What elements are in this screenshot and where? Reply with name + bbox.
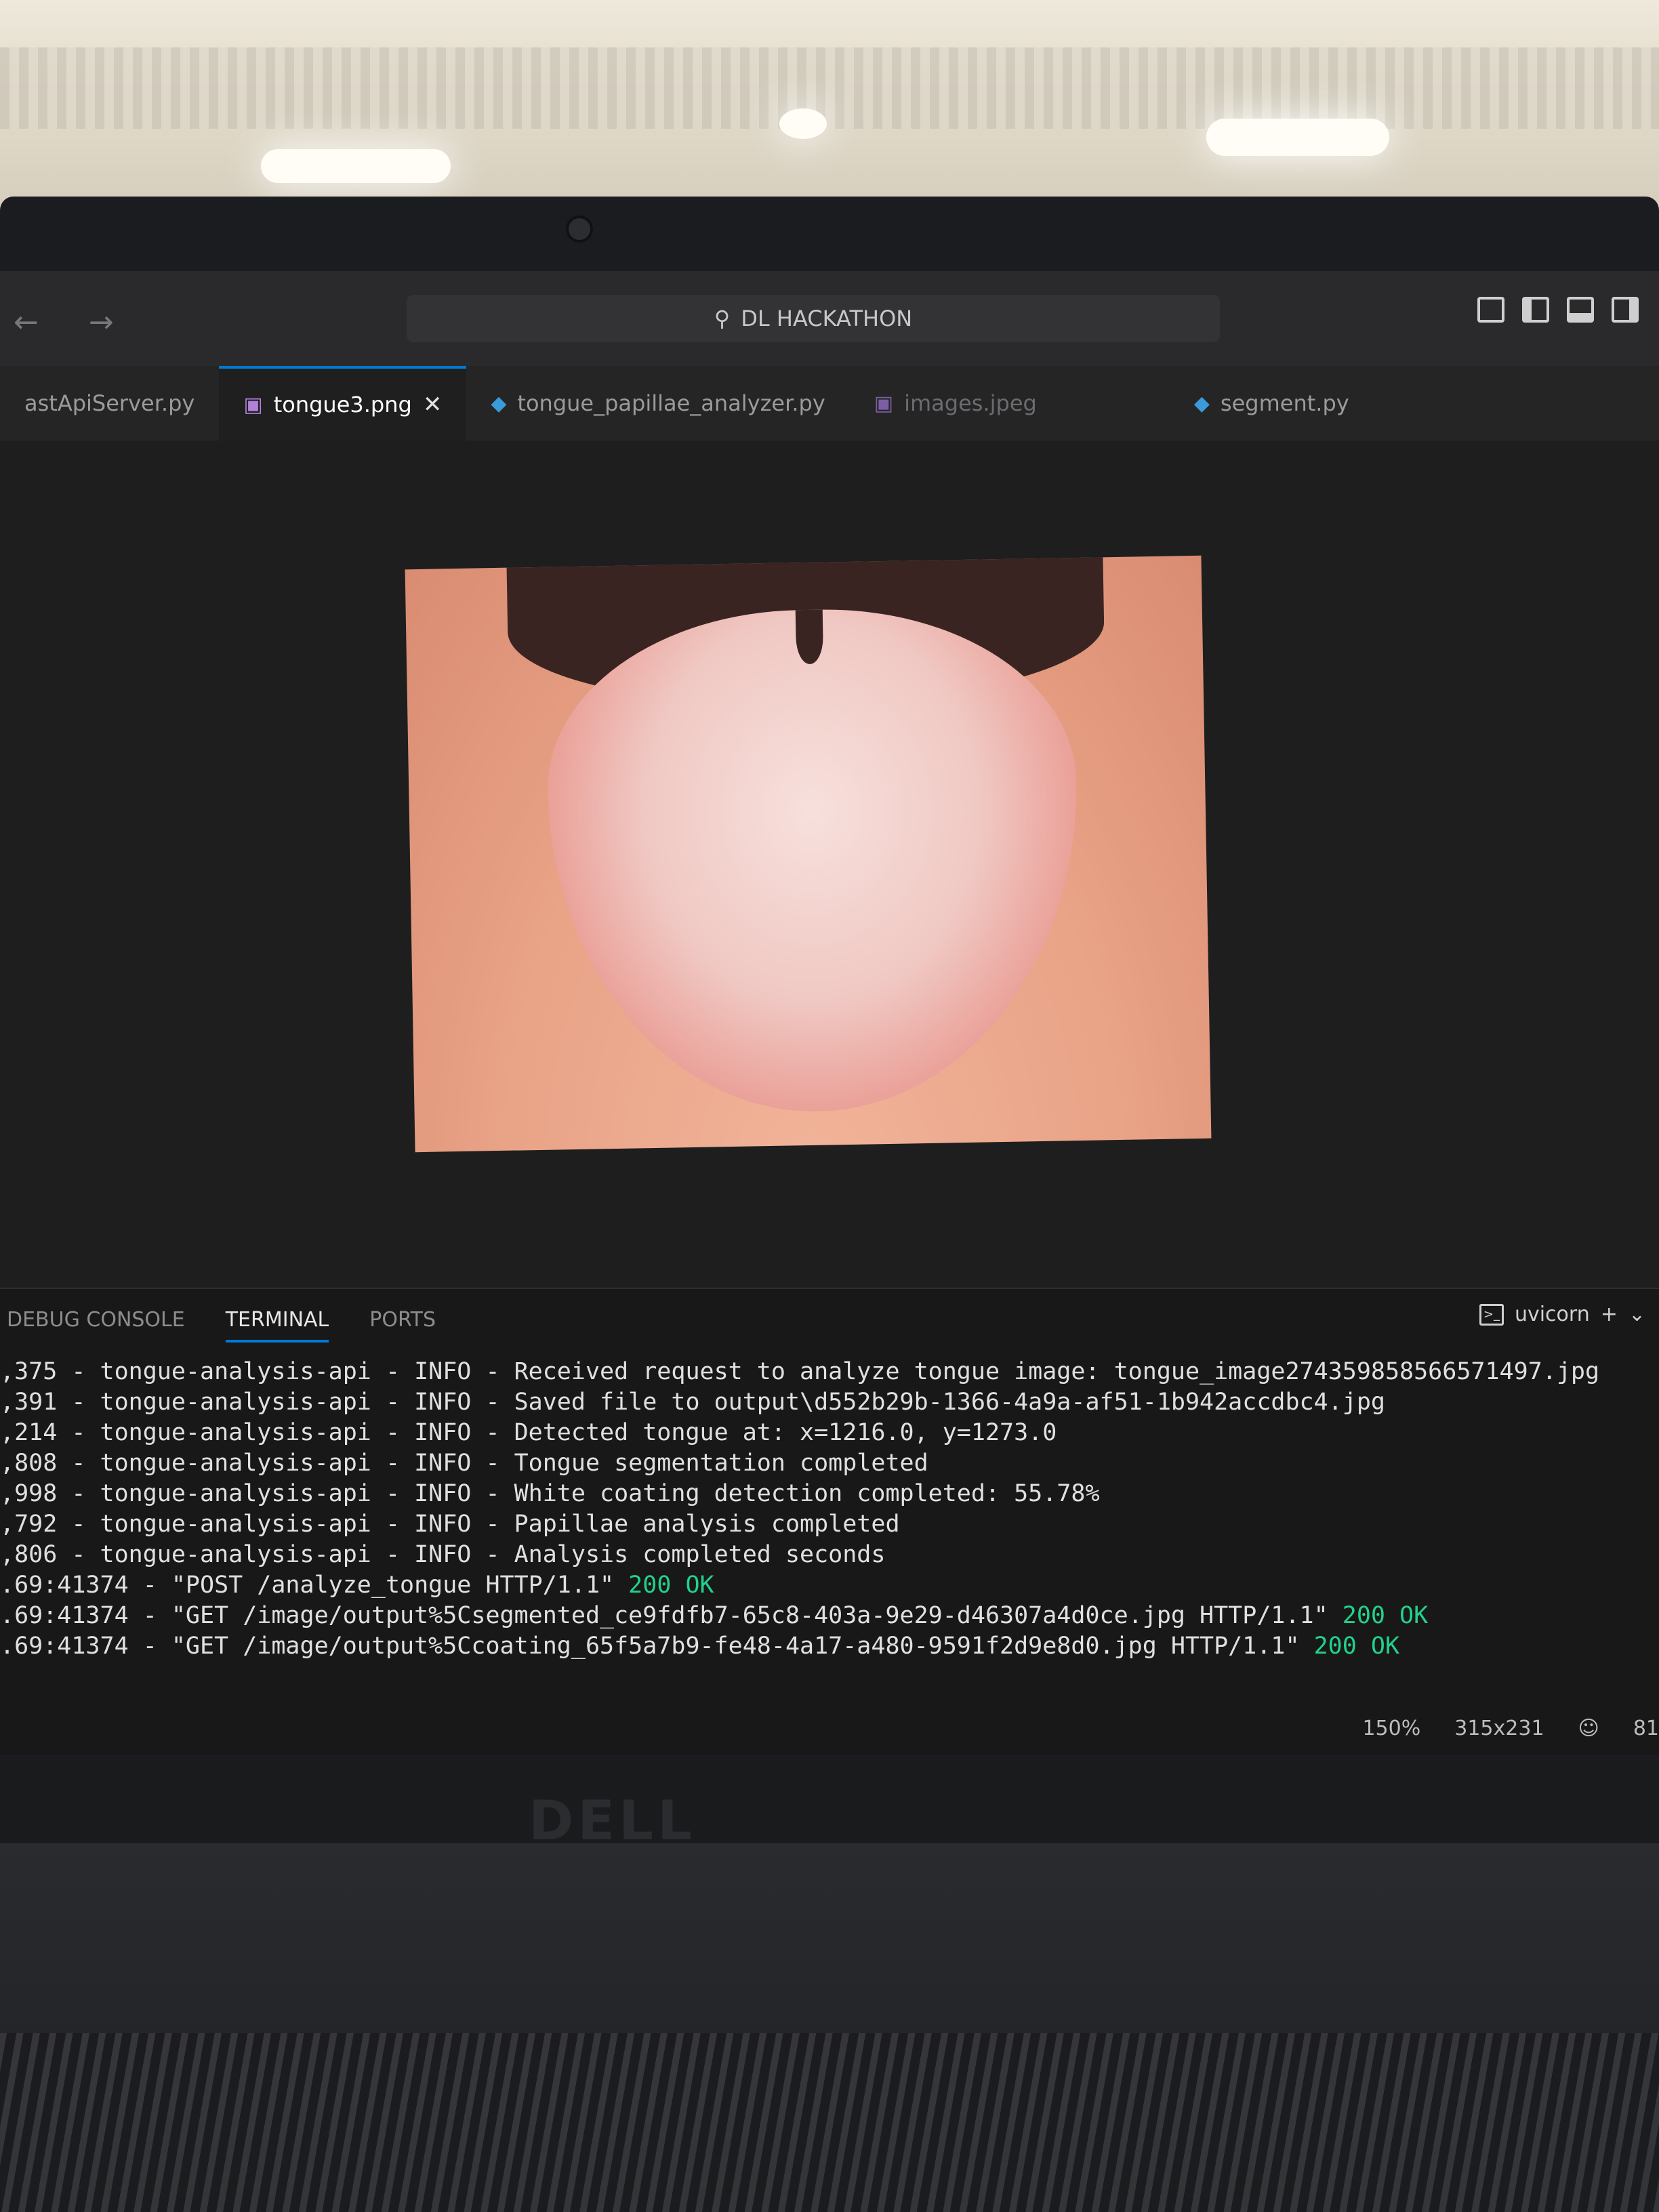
title-bar: ← → ⚲ DL HACKATHON <box>0 271 1659 366</box>
zoom-level[interactable]: 150% <box>1362 1717 1420 1740</box>
tab-images-jpeg[interactable]: ▣ images.jpeg <box>850 366 1061 441</box>
tab-label: segment.py <box>1220 390 1349 416</box>
tab-segment-py[interactable]: ◆ segment.py <box>1170 366 1374 441</box>
laptop-chin <box>0 1762 1659 1843</box>
terminal-line-text: .69:41374 - "GET /image/output%5Csegment… <box>0 1602 1343 1629</box>
terminal-line: .69:41374 - "GET /image/output%5Csegment… <box>0 1601 1659 1631</box>
ceiling-light <box>261 149 451 183</box>
bottom-panel: DEBUG CONSOLE TERMINAL PORTS >_ uvicorn … <box>0 1288 1659 1701</box>
image-file-icon: ▣ <box>243 392 263 417</box>
tab-label: tongue_papillae_analyzer.py <box>517 390 825 416</box>
terminal-line: .69:41374 - "GET /image/output%5Ccoating… <box>0 1631 1659 1662</box>
keyboard-grille <box>0 2033 1659 2212</box>
toggle-secondary-sidebar-icon[interactable] <box>1612 297 1639 323</box>
search-icon: ⚲ <box>714 306 731 331</box>
panel-tabs: DEBUG CONSOLE TERMINAL PORTS <box>0 1289 1659 1350</box>
command-center[interactable]: ⚲ DL HACKATHON <box>407 295 1220 342</box>
terminal-line: ,806 - tongue-analysis-api - INFO - Anal… <box>0 1540 1659 1570</box>
terminal-line-text: ,808 - tongue-analysis-api - INFO - Tong… <box>0 1450 928 1477</box>
http-status: 200 OK <box>628 1572 714 1599</box>
python-file-icon: ◆ <box>1193 391 1210 415</box>
tongue-shape <box>544 605 1082 1116</box>
terminal-line-text: ,375 - tongue-analysis-api - INFO - Rece… <box>0 1358 1600 1385</box>
http-status: 200 OK <box>1342 1602 1429 1629</box>
terminal-line: ,391 - tongue-analysis-api - INFO - Save… <box>0 1387 1659 1418</box>
tab-label: astApiServer.py <box>24 390 195 416</box>
webcam <box>566 216 593 243</box>
image-dimensions: 315x231 <box>1454 1716 1544 1740</box>
new-terminal-button[interactable]: + <box>1601 1303 1618 1326</box>
terminal-line-text: ,391 - tongue-analysis-api - INFO - Save… <box>0 1389 1385 1416</box>
terminal-line-text: ,792 - tongue-analysis-api - INFO - Papi… <box>0 1511 900 1538</box>
ceiling-light <box>1206 119 1389 156</box>
tab-debug-console[interactable]: DEBUG CONSOLE <box>7 1308 185 1332</box>
customize-layout-icon[interactable] <box>1477 297 1504 323</box>
python-file-icon: ◆ <box>491 391 507 415</box>
terminal-output[interactable]: ,375 - tongue-analysis-api - INFO - Rece… <box>0 1357 1659 1675</box>
terminal-line-text: ,806 - tongue-analysis-api - INFO - Anal… <box>0 1541 886 1568</box>
terminal-line: ,998 - tongue-analysis-api - INFO - Whit… <box>0 1479 1659 1509</box>
toggle-primary-sidebar-icon[interactable] <box>1522 297 1549 323</box>
terminal-line-text: .69:41374 - "GET /image/output%5Ccoating… <box>0 1633 1314 1660</box>
terminal-shell-label[interactable]: uvicorn <box>1515 1303 1590 1326</box>
nav-arrows[interactable]: ← → <box>14 305 134 340</box>
terminal-line-text: ,998 - tongue-analysis-api - INFO - Whit… <box>0 1480 1100 1507</box>
tab-ports[interactable]: PORTS <box>369 1308 436 1332</box>
layout-controls <box>1477 297 1639 323</box>
terminal-line-text: ,214 - tongue-analysis-api - INFO - Dete… <box>0 1419 1057 1446</box>
http-status: 200 OK <box>1313 1633 1400 1660</box>
terminal-line: ,792 - tongue-analysis-api - INFO - Papi… <box>0 1509 1659 1540</box>
terminal-actions: >_ uvicorn + ⌄ <box>1479 1303 1645 1326</box>
close-icon[interactable]: ✕ <box>423 391 443 418</box>
status-trailing: 81 <box>1633 1716 1659 1740</box>
tab-label: tongue3.png <box>273 392 412 417</box>
toggle-panel-icon[interactable] <box>1567 297 1594 323</box>
workspace-title: DL HACKATHON <box>741 306 913 331</box>
ceiling-vent <box>0 47 1659 129</box>
tab-tongue3-png[interactable]: ▣ tongue3.png ✕ <box>219 366 467 441</box>
terminal-line: ,808 - tongue-analysis-api - INFO - Tong… <box>0 1448 1659 1479</box>
editor-tabs: astApiServer.py ▣ tongue3.png ✕ ◆ tongue… <box>0 366 1659 441</box>
ceiling-background <box>0 0 1659 203</box>
ceiling-light <box>779 108 827 139</box>
terminal-line-text: .69:41374 - "POST /analyze_tongue HTTP/1… <box>0 1572 629 1599</box>
terminal-line: ,375 - tongue-analysis-api - INFO - Rece… <box>0 1357 1659 1387</box>
tab-label: images.jpeg <box>904 390 1037 416</box>
status-bar: 150% 315x231 ☺ 81 <box>0 1701 1659 1755</box>
terminal-line: ,214 - tongue-analysis-api - INFO - Dete… <box>0 1418 1659 1448</box>
tab-tongue-papillae-analyzer[interactable]: ◆ tongue_papillae_analyzer.py <box>466 366 849 441</box>
image-preview-area <box>0 441 1659 1288</box>
vscode-window: ← → ⚲ DL HACKATHON astApiServer.py ▣ ton… <box>0 271 1659 1755</box>
tab-fastapi-server[interactable]: astApiServer.py <box>0 366 219 441</box>
image-file-icon: ▣ <box>874 391 894 415</box>
tab-terminal[interactable]: TERMINAL <box>225 1297 329 1343</box>
tongue-image <box>405 555 1212 1153</box>
terminal-line: .69:41374 - "POST /analyze_tongue HTTP/1… <box>0 1570 1659 1601</box>
copilot-icon[interactable]: ☺ <box>1578 1717 1599 1740</box>
terminal-icon: >_ <box>1479 1303 1504 1326</box>
chevron-down-icon[interactable]: ⌄ <box>1629 1303 1645 1326</box>
